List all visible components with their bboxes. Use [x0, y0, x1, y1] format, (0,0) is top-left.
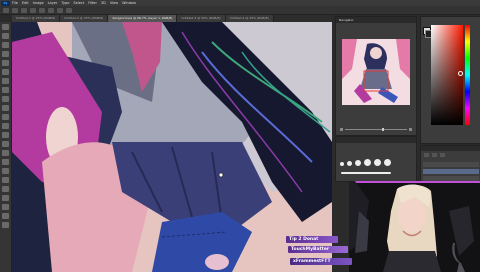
document-tab-active[interactable]: danganronpa @ 66.7% (Layer 1, RGB/8): [108, 15, 178, 22]
zoom-slider[interactable]: [345, 127, 407, 131]
brushes-panel-header: [336, 137, 416, 143]
eyedropper-tool-icon[interactable]: [2, 69, 9, 75]
mode-dropdown-icon[interactable]: [21, 7, 27, 13]
hand-tool-icon[interactable]: [2, 186, 9, 192]
lasso-tool-icon[interactable]: [2, 42, 9, 48]
path-select-tool-icon[interactable]: [2, 168, 9, 174]
options-bar: [0, 6, 480, 15]
eraser-tool-icon[interactable]: [2, 114, 9, 120]
webcam-video: [349, 181, 480, 272]
canvas[interactable]: [12, 22, 332, 272]
hue-slider[interactable]: [465, 25, 470, 125]
color-field[interactable]: [431, 25, 463, 125]
fill-icon[interactable]: [432, 153, 437, 157]
webcam-overlay: [349, 181, 480, 272]
menu-select[interactable]: Select: [73, 1, 84, 5]
healing-tool-icon[interactable]: [2, 78, 9, 84]
menu-window[interactable]: Window: [122, 1, 136, 5]
quick-mask-icon[interactable]: [2, 213, 9, 219]
brush-size-icon[interactable]: [12, 7, 18, 13]
zoom-in-icon[interactable]: [409, 127, 412, 131]
alert-banner: Tip 2 Donat: [286, 236, 338, 243]
layers-panel-header: [421, 146, 480, 151]
alert-banner: TouchMyBatter: [288, 246, 348, 253]
lock-icon[interactable]: [424, 153, 429, 157]
brush-preset[interactable]: [384, 159, 391, 166]
zoom-out-icon[interactable]: [340, 127, 343, 131]
artwork: [12, 22, 332, 272]
photoshop-logo: Ps: [1, 0, 10, 6]
menu-image[interactable]: Image: [33, 1, 44, 5]
shape-tool-icon[interactable]: [2, 177, 9, 183]
brush-preset[interactable]: [364, 159, 371, 166]
pen-tool-icon[interactable]: [2, 150, 9, 156]
menu-filter[interactable]: Filter: [88, 1, 97, 5]
foreground-color-icon[interactable]: [2, 204, 9, 210]
brush-preset[interactable]: [347, 161, 352, 166]
clone-stamp-tool-icon[interactable]: [2, 96, 9, 102]
document-tab[interactable]: Untitled-3 @ 50% (RGB/8): [177, 15, 226, 22]
document-tab[interactable]: Untitled-1 @ 25% (RGB/8): [12, 15, 61, 22]
navigator-title: Navigator: [336, 17, 416, 23]
navigator-zoom: [340, 127, 412, 131]
move-tool-icon[interactable]: [2, 24, 9, 30]
menu-edit[interactable]: Edit: [22, 1, 29, 5]
stream-alerts: Tip 2 Donat TouchMyBatter xFrammestFTT: [280, 236, 352, 272]
menu-layer[interactable]: Layer: [48, 1, 58, 5]
alert-banner: xFrammestFTT: [290, 258, 352, 265]
brushes-panel: [335, 136, 417, 182]
menu-3d[interactable]: 3D: [101, 1, 106, 5]
menu-type[interactable]: Type: [61, 1, 69, 5]
opacity-icon[interactable]: [440, 153, 445, 157]
marquee-tool-icon[interactable]: [2, 33, 9, 39]
document-tab[interactable]: Untitled-4 @ 25% (RGB/8): [225, 15, 274, 22]
type-tool-icon[interactable]: [2, 159, 9, 165]
layers-panel: [420, 145, 480, 183]
brush-preset[interactable]: [355, 160, 361, 166]
tools-panel: [0, 22, 12, 272]
flow-icon[interactable]: [48, 7, 54, 13]
layer-row-selected[interactable]: [423, 169, 479, 174]
quick-select-tool-icon[interactable]: [2, 51, 9, 57]
pressure-size-icon[interactable]: [66, 7, 72, 13]
navigator-thumbnail[interactable]: [342, 39, 410, 105]
opacity-icon[interactable]: [30, 7, 36, 13]
document-tabs: Untitled-1 @ 25% (RGB/8) Untitled-2 @ 25…: [12, 15, 332, 22]
thumbnail-art: [342, 39, 410, 105]
brush-preset-icon[interactable]: [3, 7, 9, 13]
history-brush-tool-icon[interactable]: [2, 105, 9, 111]
color-panel: [420, 16, 480, 144]
brush-preset[interactable]: [340, 162, 344, 166]
menu-view[interactable]: View: [110, 1, 118, 5]
screen-mode-icon[interactable]: [2, 222, 9, 228]
zoom-tool-icon[interactable]: [2, 195, 9, 201]
gradient-tool-icon[interactable]: [2, 123, 9, 129]
dodge-tool-icon[interactable]: [2, 141, 9, 147]
brush-preset[interactable]: [374, 159, 381, 166]
pressure-opacity-icon[interactable]: [39, 7, 45, 13]
menu-file[interactable]: File: [12, 1, 18, 5]
document-tab[interactable]: Untitled-2 @ 25% (RGB/8): [60, 15, 109, 22]
airbrush-icon[interactable]: [57, 7, 63, 13]
layer-row[interactable]: [423, 162, 479, 167]
brush-stroke-preview: [341, 172, 391, 174]
brush-tool-icon[interactable]: [2, 87, 9, 93]
zoom-slider-handle[interactable]: [382, 127, 385, 131]
crop-tool-icon[interactable]: [2, 60, 9, 66]
navigator-panel: Navigator: [335, 16, 417, 136]
color-picker-cursor[interactable]: [458, 71, 463, 76]
blur-tool-icon[interactable]: [2, 132, 9, 138]
